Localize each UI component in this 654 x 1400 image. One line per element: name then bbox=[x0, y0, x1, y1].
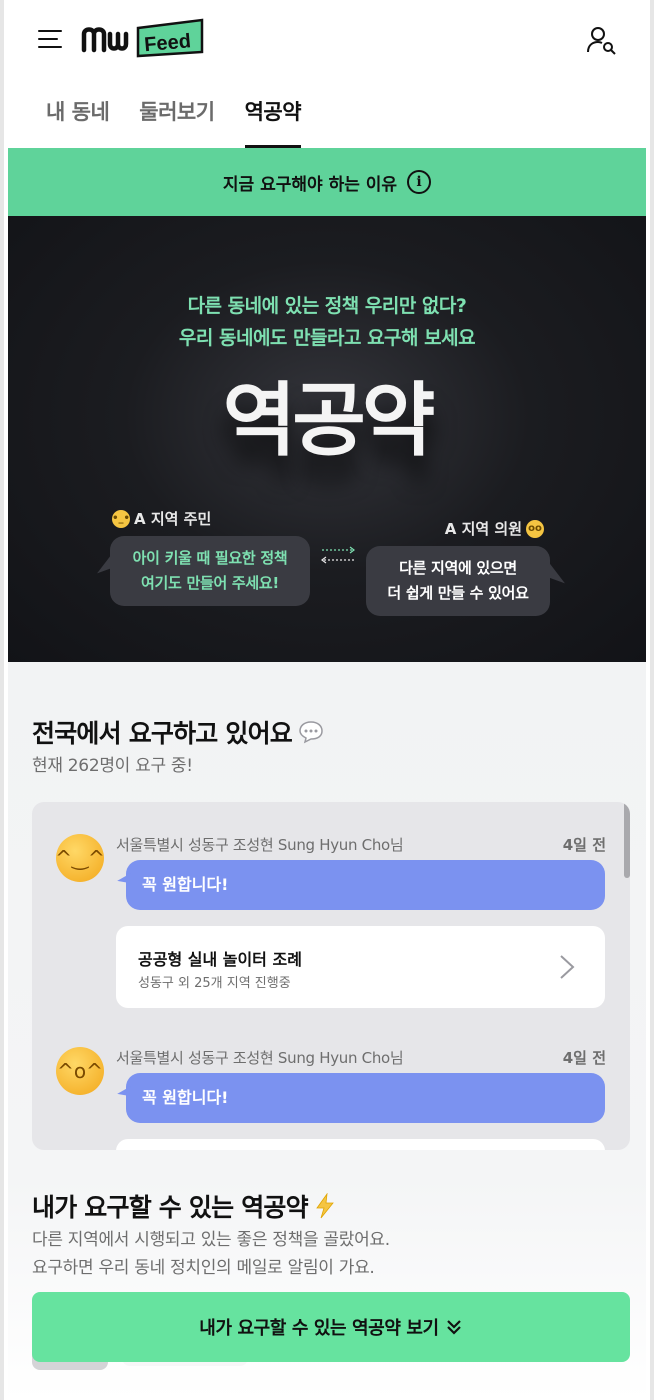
exchange-arrows-icon bbox=[321, 546, 355, 564]
official-speech-bubble: 다른 지역에 있으면 더 쉽게 만들 수 있어요 bbox=[366, 546, 550, 616]
hero-subtitle: 다른 동네에 있는 정책 우리만 없다? 우리 동네에도 만들라고 요구해 보세… bbox=[8, 290, 646, 354]
top-header: Feed 내 동네 둘러보기 역공약 bbox=[8, 0, 646, 150]
hero-subtitle-line-2: 우리 동네에도 만들라고 요구해 보세요 bbox=[178, 327, 476, 349]
official-label-text: A 지역 의원 bbox=[444, 520, 522, 538]
post-message: 꼭 원합니다! bbox=[126, 860, 605, 910]
policy-card-subtitle: 성동구 외 25개 지역 진행중 bbox=[138, 976, 291, 991]
nerd-face-icon: oo bbox=[526, 519, 544, 538]
neutral-face-icon: •_• bbox=[112, 509, 130, 528]
hero-title: 역공약 bbox=[222, 374, 436, 467]
policy-card[interactable] bbox=[116, 1139, 605, 1150]
official-bubble-line-1: 다른 지역에 있으면 bbox=[399, 559, 517, 577]
nationwide-title: 전국에서 요구하고 있어요 bbox=[32, 714, 324, 750]
logo-text: Feed bbox=[143, 30, 191, 56]
speech-balloon-icon bbox=[299, 721, 323, 744]
lightning-icon bbox=[316, 1193, 334, 1219]
app-frame: Feed 내 동네 둘러보기 역공약 지금 요구해야 하는 이유 i 다른 동네… bbox=[0, 0, 654, 1400]
my-pledges-desc-1: 다른 지역에서 시행되고 있는 좋은 정책을 골랐어요. bbox=[32, 1230, 390, 1250]
my-pledges-title: 내가 요구할 수 있는 역공약 bbox=[32, 1188, 336, 1224]
resident-bubble-line-1: 아이 키울 때 필요한 정책 bbox=[132, 549, 288, 567]
official-bubble-line-2: 더 쉽게 만들 수 있어요 bbox=[387, 584, 529, 602]
tab-my-neighborhood[interactable]: 내 동네 bbox=[46, 92, 110, 148]
hero-banner: 다른 동네에 있는 정책 우리만 없다? 우리 동네에도 만들라고 요구해 보세… bbox=[8, 216, 646, 662]
demand-feed[interactable]: ^‿^ 서울특별시 성동구 조성현 Sung Hyun Cho님 4일 전 꼭 … bbox=[32, 802, 630, 1150]
tab-browse[interactable]: 둘러보기 bbox=[139, 92, 215, 148]
double-chevron-down-icon bbox=[446, 1320, 461, 1335]
info-icon: i bbox=[407, 170, 432, 194]
face-with-hand-over-mouth-avatar: ^o^ bbox=[56, 1047, 104, 1095]
hugging-face-avatar: ^‿^ bbox=[55, 834, 105, 882]
post-author: 서울특별시 성동구 조성현 Sung Hyun Cho님 bbox=[116, 1049, 404, 1067]
my-pledges-title-text: 내가 요구할 수 있는 역공약 bbox=[32, 1193, 309, 1222]
view-my-pledges-button[interactable]: 내가 요구할 수 있는 역공약 보기 bbox=[32, 1292, 630, 1362]
post-time: 4일 전 bbox=[562, 1049, 606, 1067]
post-time: 4일 전 bbox=[562, 836, 606, 854]
resident-bubble-line-2: 여기도 만들어 주세요! bbox=[141, 574, 279, 592]
chevron-right-icon bbox=[560, 955, 575, 979]
resident-speech-bubble: 아이 키울 때 필요한 정책 여기도 만들어 주세요! bbox=[110, 536, 310, 606]
nationwide-title-text: 전국에서 요구하고 있어요 bbox=[32, 719, 293, 748]
demand-section: 전국에서 요구하고 있어요 현재 262명이 요구 중! ^‿^ 서울특별시 성… bbox=[8, 662, 646, 1400]
feed-scrollbar[interactable] bbox=[624, 802, 630, 878]
why-demand-now-label: 지금 요구해야 하는 이유 bbox=[222, 174, 398, 195]
user-search-icon[interactable] bbox=[586, 24, 618, 56]
resident-label: •_• A 지역 주민 bbox=[112, 508, 211, 529]
post-message: 꼭 원합니다! bbox=[126, 1073, 605, 1123]
tab-bar: 내 동네 둘러보기 역공약 bbox=[46, 92, 302, 150]
post-author: 서울특별시 성동구 조성현 Sung Hyun Cho님 bbox=[116, 836, 404, 854]
policy-card[interactable]: 공공형 실내 놀이터 조례 성동구 외 25개 지역 진행중 bbox=[116, 926, 605, 1008]
menu-icon[interactable] bbox=[38, 28, 64, 50]
why-demand-now-button[interactable]: 지금 요구해야 하는 이유 i bbox=[8, 148, 646, 216]
official-label: A 지역 의원 oo bbox=[445, 518, 544, 539]
nationwide-count: 현재 262명이 요구 중! bbox=[32, 756, 193, 776]
my-pledges-desc-2: 요구하면 우리 동네 정치인의 메일로 알림이 가요. bbox=[32, 1258, 375, 1278]
tab-reverse-pledge[interactable]: 역공약 bbox=[244, 92, 302, 148]
resident-label-text: A 지역 주민 bbox=[134, 510, 212, 528]
view-my-pledges-label: 내가 요구할 수 있는 역공약 보기 bbox=[199, 1318, 439, 1339]
hero-subtitle-line-1: 다른 동네에 있는 정책 우리만 없다? bbox=[187, 295, 467, 317]
policy-card-title: 공공형 실내 놀이터 조례 bbox=[138, 950, 302, 969]
newneek-feed-logo[interactable]: Feed bbox=[80, 18, 204, 60]
